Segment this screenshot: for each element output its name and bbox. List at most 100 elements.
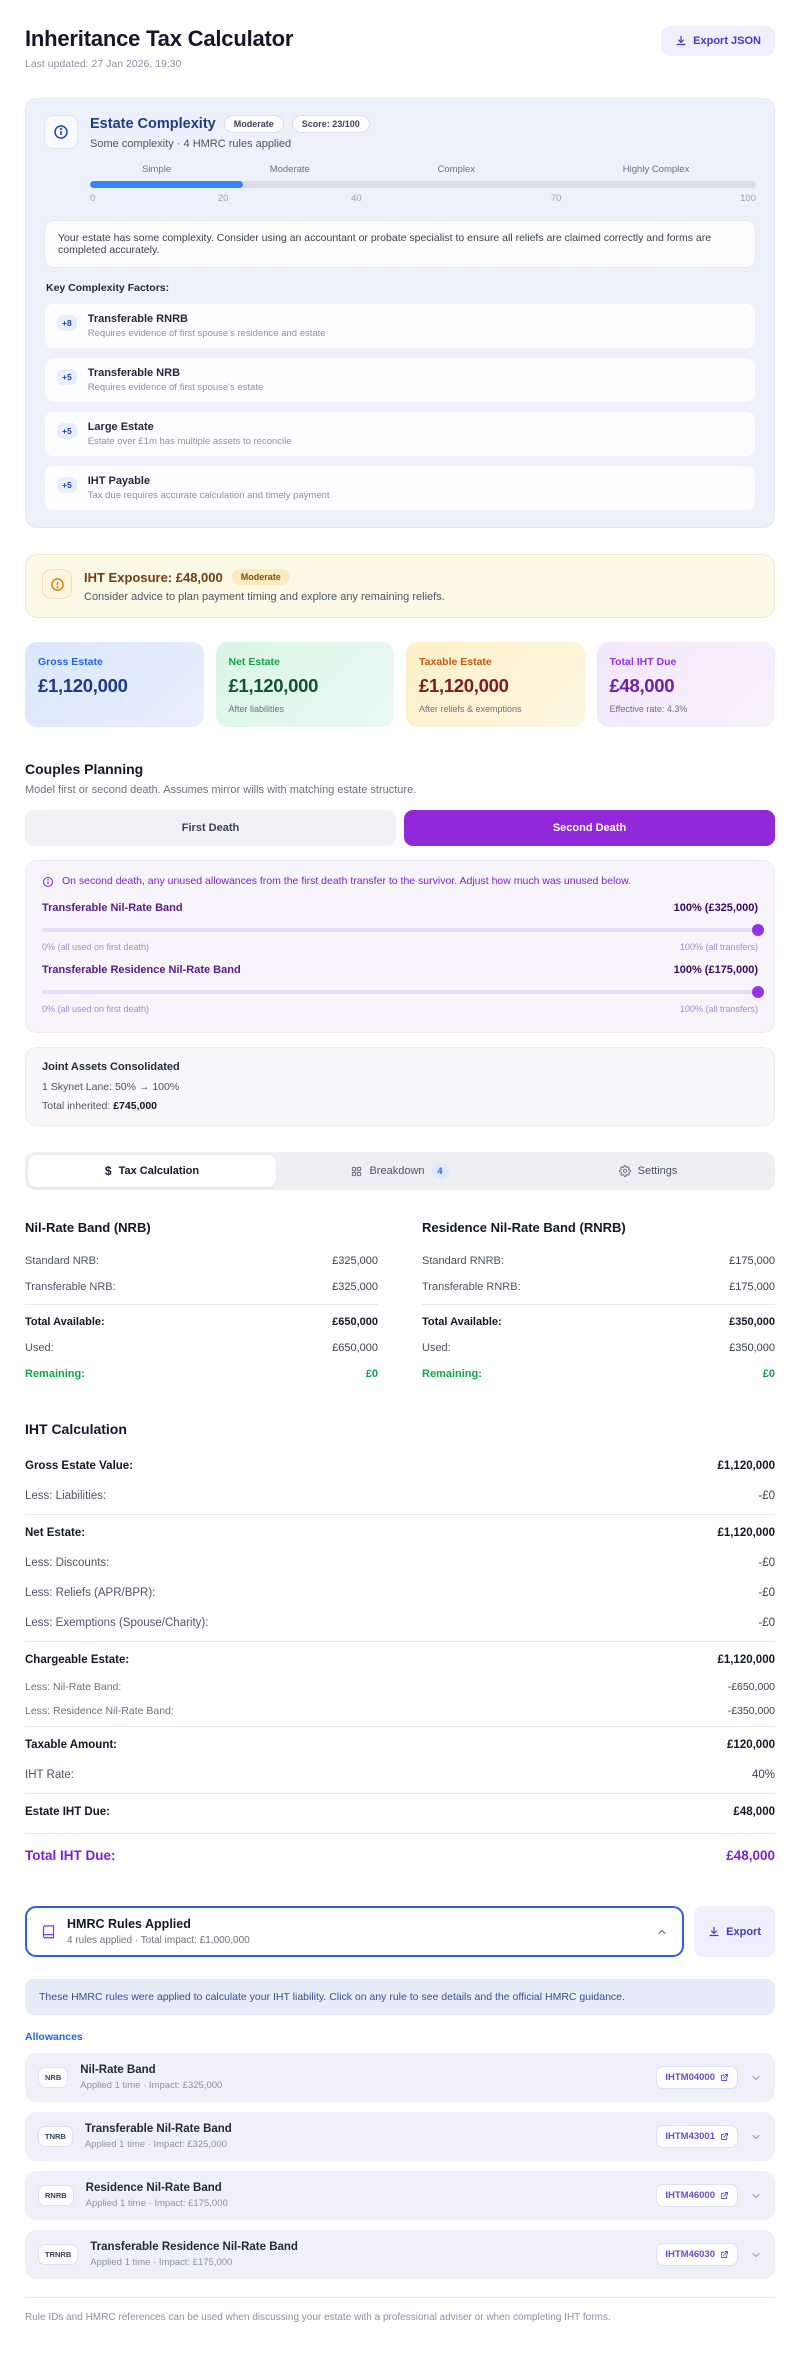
complexity-factors-label: Key Complexity Factors: xyxy=(46,282,170,294)
row-value: £175,000 xyxy=(729,1281,775,1293)
couples-planning-title: Couples Planning xyxy=(25,761,144,777)
rule-row-trnrb[interactable]: TRNRB Transferable Residence Nil-Rate Ba… xyxy=(25,2230,775,2279)
rule-row-rnrb[interactable]: RNRB Residence Nil-Rate Band Applied 1 t… xyxy=(25,2171,775,2220)
joint-assets-box: Joint Assets Consolidated 1 Skynet Lane:… xyxy=(25,1047,775,1126)
calc-value: £1,120,000 xyxy=(717,1460,775,1472)
band-tables: Nil-Rate Band (NRB) Standard NRB: £325,00… xyxy=(25,1220,775,1387)
chevron-down-icon[interactable] xyxy=(750,2072,762,2084)
row-value: £650,000 xyxy=(332,1342,378,1354)
complexity-progress-fill xyxy=(90,181,244,188)
estate-complexity-card: Estate Complexity Moderate Score: 23/100… xyxy=(25,98,775,528)
factor-title: Large Estate xyxy=(87,421,154,433)
couples-planning-subtitle: Model first or second death. Assumes mir… xyxy=(25,784,417,796)
hmrc-rules-toggle[interactable]: HMRC Rules Applied 4 rules applied · Tot… xyxy=(25,1906,685,1957)
complexity-factor-row: +8 Transferable RNRB Requires evidence o… xyxy=(44,303,756,349)
rule-code-badge: TRNRB xyxy=(38,2244,79,2265)
tab-settings[interactable]: Settings xyxy=(524,1155,772,1187)
row-value: £650,000 xyxy=(332,1316,378,1328)
factor-points-badge: +8 xyxy=(57,315,77,331)
joint-assets-line: 1 Skynet Lane: 50% → 100% xyxy=(42,1081,180,1093)
grid-icon xyxy=(351,1166,362,1177)
calc-value: -£350,000 xyxy=(727,1705,775,1717)
rule-meta: Applied 1 time · Impact: £175,000 xyxy=(85,2198,228,2209)
rule-reference-link[interactable]: IHTM46000 xyxy=(656,2184,738,2207)
scale-tick-0: 0 xyxy=(90,193,96,204)
scale-tick-100: 100 xyxy=(740,193,756,204)
info-icon xyxy=(53,124,69,140)
first-death-button[interactable]: First Death xyxy=(25,810,396,846)
rule-row-tnrb[interactable]: TNRB Transferable Nil-Rate Band Applied … xyxy=(25,2112,775,2161)
chevron-down-icon[interactable] xyxy=(750,2190,762,2202)
trnrb-slider[interactable] xyxy=(42,986,764,998)
trnrb-slider-row: Transferable Residence Nil-Rate Band 100… xyxy=(42,964,764,1014)
rule-code-badge: NRB xyxy=(38,2067,69,2088)
joint-assets-total-value: £745,000 xyxy=(113,1100,158,1112)
chevron-up-icon xyxy=(656,1926,668,1938)
nrb-title: Nil-Rate Band (NRB) xyxy=(25,1220,151,1235)
tnrb-slider[interactable] xyxy=(42,924,764,936)
rule-reference-link[interactable]: IHTM43001 xyxy=(656,2125,738,2148)
card-value: £1,120,000 xyxy=(38,675,128,696)
rule-reference-link[interactable]: IHTM46030 xyxy=(656,2243,738,2266)
slider-value: 100% (£175,000) xyxy=(673,964,758,976)
row-value: £325,000 xyxy=(332,1281,378,1293)
rule-name: Residence Nil-Rate Band xyxy=(85,2182,222,2194)
iht-calculation-title: IHT Calculation xyxy=(25,1421,127,1437)
calc-label: Gross Estate Value: xyxy=(25,1460,134,1472)
calc-value: -£0 xyxy=(758,1557,775,1569)
export-json-button[interactable]: Export JSON xyxy=(661,26,775,56)
calc-label: Less: Discounts: xyxy=(25,1557,110,1569)
calc-label: Net Estate: xyxy=(25,1527,86,1539)
rule-reference-link[interactable]: IHTM04000 xyxy=(656,2066,738,2089)
row-label: Standard RNRB: xyxy=(422,1255,504,1267)
total-iht-due-card: Total IHT Due £48,000 Effective rate: 4.… xyxy=(596,642,775,727)
rule-meta: Applied 1 time · Impact: £175,000 xyxy=(90,2257,233,2268)
calc-value: £120,000 xyxy=(727,1739,775,1751)
complexity-title: Estate Complexity xyxy=(90,116,216,132)
tnrb-slider-row: Transferable Nil-Rate Band 100% (£325,00… xyxy=(42,902,764,952)
factor-title: Transferable NRB xyxy=(87,367,181,379)
rule-meta: Applied 1 time · Impact: £325,000 xyxy=(84,2139,227,2150)
tab-breakdown[interactable]: Breakdown 4 xyxy=(276,1155,524,1187)
factor-description: Requires evidence of first spouse's resi… xyxy=(87,328,326,339)
calc-value: -£0 xyxy=(758,1587,775,1599)
chevron-down-icon[interactable] xyxy=(750,2131,762,2143)
complexity-level-badge: Moderate xyxy=(223,115,284,133)
transfer-allowances-panel: On second death, any unused allowances f… xyxy=(25,860,775,1033)
row-label: Remaining: xyxy=(25,1368,85,1380)
rule-name: Transferable Nil-Rate Band xyxy=(84,2123,232,2135)
slider-label: Transferable Residence Nil-Rate Band xyxy=(42,964,241,976)
net-estate-card: Net Estate £1,120,000 After liabilities xyxy=(215,642,394,727)
tab-tax-calculation[interactable]: $ Tax Calculation xyxy=(28,1155,276,1187)
factor-description: Tax due requires accurate calculation an… xyxy=(87,490,330,501)
scale-label-simple: Simple xyxy=(142,164,172,175)
slider-thumb[interactable] xyxy=(752,924,764,936)
slider-min-label: 0% (all used on first death) xyxy=(42,942,150,952)
calc-value: £48,000 xyxy=(733,1806,775,1818)
hmrc-info-strip: These HMRC rules were applied to calcula… xyxy=(25,1979,775,2015)
joint-assets-title: Joint Assets Consolidated xyxy=(42,1061,180,1073)
allowances-group-label: Allowances xyxy=(25,2031,83,2043)
scale-tick-40: 40 xyxy=(351,193,362,204)
external-link-icon xyxy=(720,2250,729,2259)
chevron-down-icon[interactable] xyxy=(750,2249,762,2261)
calc-value: -£650,000 xyxy=(727,1681,775,1693)
rule-reference-text: IHTM04000 xyxy=(665,2072,715,2083)
card-caption xyxy=(38,704,191,714)
tab-label: Tax Calculation xyxy=(118,1165,200,1177)
card-label: Net Estate xyxy=(228,656,280,668)
row-label: Remaining: xyxy=(422,1368,482,1380)
hmrc-export-button[interactable]: Export xyxy=(694,1906,775,1957)
external-link-icon xyxy=(720,2132,729,2141)
second-death-button[interactable]: Second Death xyxy=(404,810,775,846)
calc-value: -£0 xyxy=(758,1490,775,1502)
complexity-scale: Simple Moderate Complex Highly Complex 0… xyxy=(90,164,756,207)
exposure-subtitle: Consider advice to plan payment timing a… xyxy=(84,591,445,603)
calc-value: £1,120,000 xyxy=(717,1654,775,1666)
rule-reference-text: IHTM46000 xyxy=(665,2190,715,2201)
hmrc-rules-subtitle: 4 rules applied · Total impact: £1,000,0… xyxy=(67,1935,250,1946)
rules-footer-note: Rule IDs and HMRC references can be used… xyxy=(25,2297,775,2323)
row-value: £350,000 xyxy=(729,1316,775,1328)
rule-row-nrb[interactable]: NRB Nil-Rate Band Applied 1 time · Impac… xyxy=(25,2053,775,2102)
slider-thumb[interactable] xyxy=(752,986,764,998)
